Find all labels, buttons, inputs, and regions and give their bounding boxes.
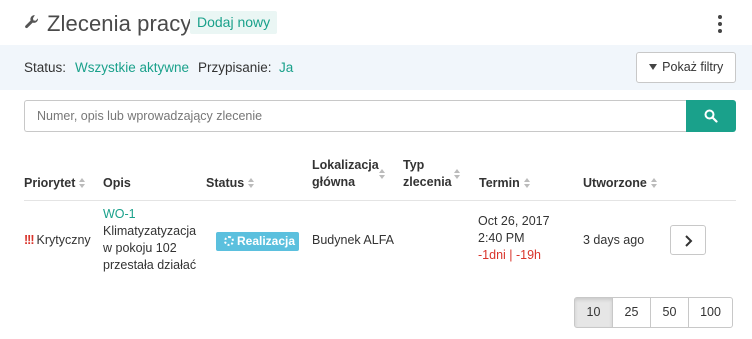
- priority-critical-icon: !!!: [24, 233, 34, 247]
- location-cell: Budynek ALFA: [312, 233, 395, 247]
- column-header-created[interactable]: Utworzone: [583, 175, 658, 192]
- filter-bar: Status: Wszystkie aktywne Przypisanie: J…: [0, 45, 752, 90]
- created-cell: 3 days ago: [583, 233, 645, 247]
- status-filter-label: Status:: [24, 60, 67, 75]
- status-filter-value[interactable]: Wszystkie aktywne: [75, 60, 189, 75]
- page-size-10[interactable]: 10: [574, 297, 613, 328]
- column-header-status[interactable]: Status: [206, 175, 255, 192]
- assignment-filter-label: Przypisanie:: [198, 60, 272, 75]
- column-header-description[interactable]: Opis: [103, 175, 131, 192]
- due-date-cell: Oct 26, 2017 2:40 PM -1dni | -19h: [478, 214, 550, 262]
- description-cell: WO-1 Klimatyzatyzacja w pokoju 102 przes…: [103, 206, 197, 272]
- page-size-selector: 10 25 50 100: [574, 297, 733, 328]
- page-size-25[interactable]: 25: [612, 297, 651, 328]
- show-filters-button[interactable]: Pokaż filtry: [636, 52, 736, 83]
- sort-icon: [379, 169, 386, 180]
- column-header-due-date[interactable]: Termin: [479, 175, 531, 192]
- page-size-50[interactable]: 50: [650, 297, 689, 328]
- sort-icon: [650, 178, 658, 189]
- status-badge: Realizacja: [216, 232, 299, 251]
- page-header: Zlecenia pracy Dodaj nowy: [0, 0, 752, 45]
- search-button[interactable]: [686, 100, 736, 132]
- page-size-100[interactable]: 100: [688, 297, 733, 328]
- column-header-priority[interactable]: Priorytet: [24, 175, 86, 192]
- sort-icon: [523, 178, 531, 189]
- column-header-type[interactable]: Typ zlecenia: [403, 157, 467, 191]
- search-icon: [704, 109, 718, 123]
- assignment-filter-value[interactable]: Ja: [279, 60, 293, 75]
- wrench-icon: [24, 14, 40, 30]
- spinner-icon: [224, 235, 234, 246]
- show-filters-label: Pokaż filtry: [662, 60, 724, 74]
- page-title: Zlecenia pracy: [47, 11, 192, 36]
- overdue-indicator: -1dni | -19h: [478, 248, 542, 262]
- sort-icon: [454, 169, 461, 180]
- table-header-divider: [24, 200, 736, 201]
- sort-icon: [248, 178, 255, 189]
- kebab-menu-icon[interactable]: [716, 15, 724, 35]
- funnel-icon: [648, 63, 657, 70]
- open-row-button[interactable]: [670, 225, 706, 255]
- add-new-button[interactable]: Dodaj nowy: [190, 11, 278, 34]
- priority-cell: !!! Krytyczny: [24, 233, 91, 247]
- work-order-link[interactable]: WO-1: [103, 206, 196, 223]
- chevron-right-icon: [685, 235, 693, 247]
- column-header-location[interactable]: Lokalizacja główna: [312, 157, 392, 191]
- sort-icon: [79, 178, 86, 189]
- search-input[interactable]: [24, 100, 686, 132]
